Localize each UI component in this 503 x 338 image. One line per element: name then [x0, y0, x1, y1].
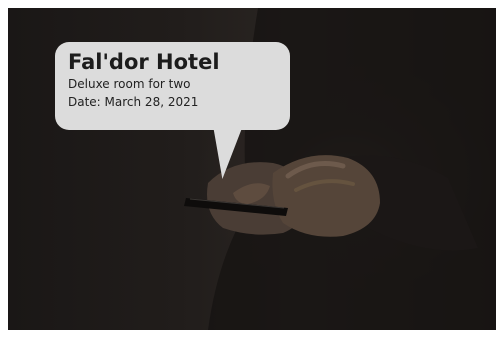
speech-bubble-tail — [208, 129, 242, 179]
hotel-name: Fal'dor Hotel — [68, 50, 220, 74]
image-frame: Fal'dor Hotel Deluxe room for two Date: … — [0, 0, 503, 338]
speech-bubble: Fal'dor Hotel Deluxe room for two Date: … — [55, 42, 290, 130]
room-description: Deluxe room for two — [68, 77, 191, 91]
booking-date: Date: March 28, 2021 — [68, 95, 199, 109]
